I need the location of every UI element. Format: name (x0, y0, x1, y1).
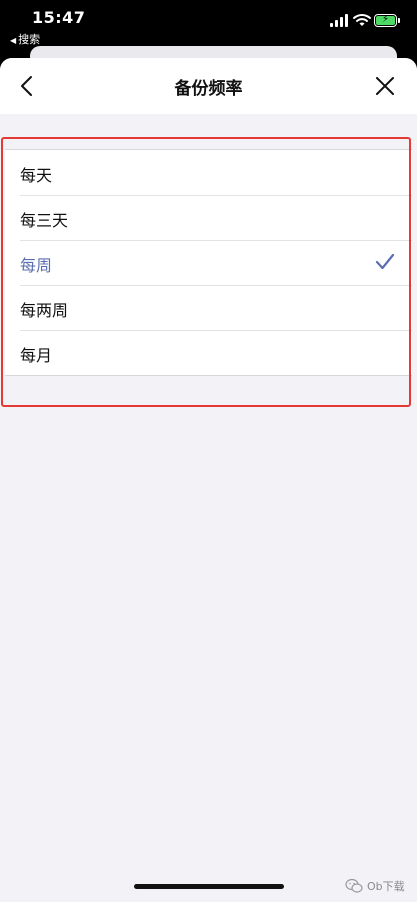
watermark: Ob下载 (345, 876, 405, 896)
cellular-signal-icon (330, 14, 348, 27)
option-monthly[interactable]: 每月 (5, 330, 412, 375)
wechat-icon (345, 878, 363, 893)
option-daily[interactable]: 每天 (5, 150, 412, 195)
wifi-icon (353, 14, 371, 26)
checkmark-icon (375, 253, 395, 270)
navigation-bar: 备份频率 (0, 58, 417, 114)
close-icon[interactable] (372, 73, 398, 99)
option-weekly[interactable]: 每周 (5, 240, 412, 285)
back-to-app-link[interactable]: ◀ 搜索 (10, 31, 40, 47)
option-label: 每月 (20, 346, 53, 365)
status-time: 15:47 (32, 8, 86, 27)
back-app-label: 搜索 (18, 33, 41, 46)
frequency-options-list: 每天 每三天 每周 每两周 每月 (5, 149, 412, 376)
back-triangle-icon: ◀ (10, 36, 17, 45)
charging-bolt-icon: ⚡ (381, 14, 390, 25)
option-biweekly[interactable]: 每两周 (5, 285, 412, 330)
battery-icon: ⚡ (374, 14, 397, 27)
status-bar: 15:47 ◀ 搜索 ⚡ (0, 0, 417, 50)
option-every-three-days[interactable]: 每三天 (5, 195, 412, 240)
option-label: 每天 (20, 166, 53, 185)
option-label: 每周 (20, 256, 53, 275)
watermark-text: Ob下载 (367, 880, 405, 893)
option-label: 每三天 (20, 211, 69, 230)
page-title: 备份频率 (174, 79, 243, 99)
home-indicator[interactable] (134, 884, 284, 889)
option-label: 每两周 (20, 301, 69, 320)
battery-cap (398, 18, 400, 23)
modal-sheet: 备份频率 每天 每三天 每周 每两周 每月 Ob下载 (0, 58, 417, 902)
